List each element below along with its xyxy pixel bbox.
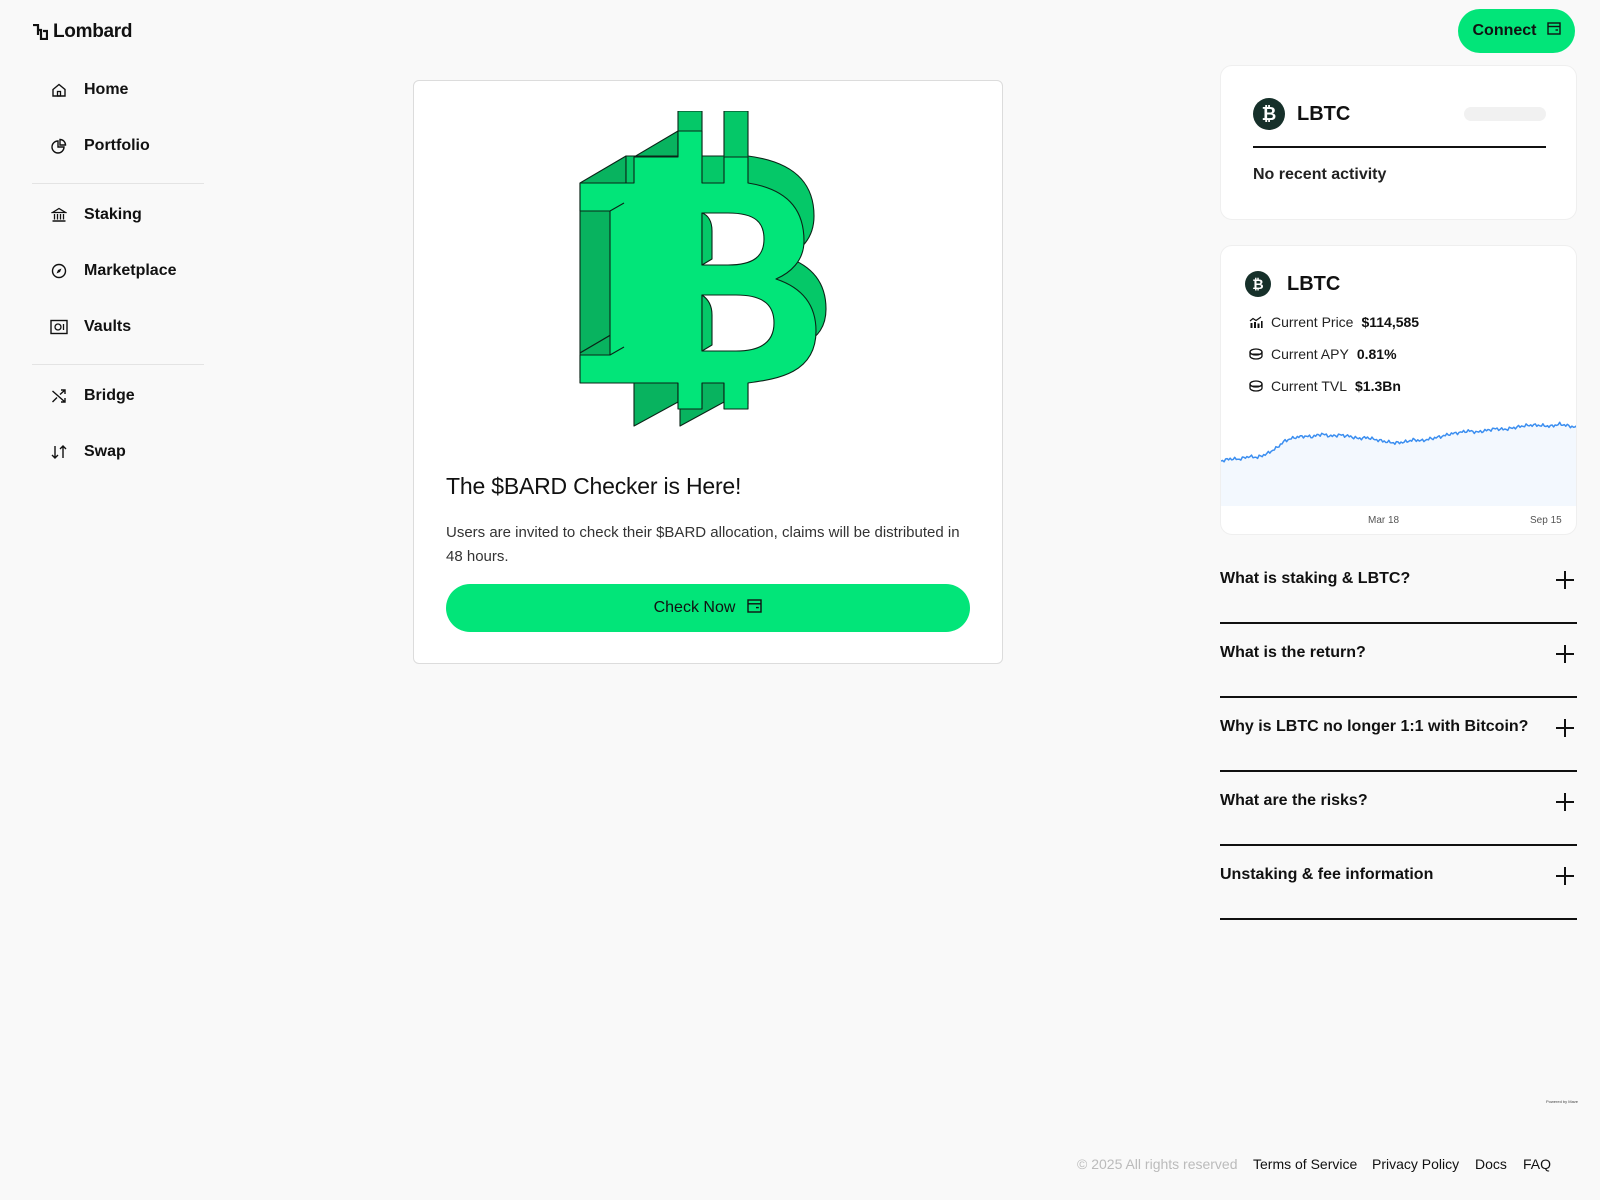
faq-item[interactable]: What is the return? — [1220, 624, 1577, 698]
footer-link-faq[interactable]: FAQ — [1523, 1156, 1551, 1172]
activity-token: LBTC — [1297, 102, 1351, 125]
connect-button[interactable]: Connect — [1458, 9, 1575, 53]
lbtc-stats-card: ₿ LBTC Current Price $114,585 Current AP… — [1220, 245, 1577, 535]
stats-token: LBTC — [1287, 272, 1341, 295]
coin-stack-icon — [1249, 379, 1263, 393]
stat-row-price: Current Price $114,585 — [1249, 314, 1419, 330]
promo-title: The $BARD Checker is Here! — [446, 473, 742, 499]
sidebar-item-label: Staking — [84, 206, 142, 223]
sidebar-item-marketplace[interactable]: Marketplace — [50, 262, 177, 280]
plus-icon[interactable] — [1555, 866, 1575, 886]
copyright-text: © 2025 All rights reserved — [1077, 1156, 1238, 1172]
logo[interactable]: Lombard — [32, 21, 132, 43]
svg-text:₿: ₿ — [1262, 104, 1277, 124]
sidebar-item-label: Marketplace — [84, 262, 177, 279]
stat-label: Current APY — [1271, 346, 1349, 362]
wallet-icon — [747, 598, 763, 618]
stat-value: $114,585 — [1361, 314, 1420, 330]
check-now-label: Check Now — [653, 599, 736, 616]
faq-item[interactable]: What is staking & LBTC? — [1220, 550, 1577, 624]
faq-item[interactable]: What are the risks? — [1220, 772, 1577, 846]
svg-text:₿: ₿ — [1252, 277, 1263, 292]
chart-area — [1221, 422, 1576, 506]
price-chart — [1221, 421, 1576, 506]
sidebar-item-staking[interactable]: Staking — [50, 206, 142, 224]
connect-label: Connect — [1472, 22, 1537, 39]
plus-icon[interactable] — [1555, 570, 1575, 590]
faq-question: What are the risks? — [1220, 792, 1368, 809]
footer-link-terms[interactable]: Terms of Service — [1253, 1156, 1357, 1172]
pie-chart-icon — [50, 137, 68, 155]
wallet-icon — [1546, 22, 1561, 40]
logo-text: Lombard — [53, 21, 133, 42]
faq-question: What is the return? — [1220, 644, 1366, 661]
footer-link-docs[interactable]: Docs — [1475, 1156, 1507, 1172]
bitcoin-icon: ₿ — [1245, 271, 1271, 297]
stat-value: 0.81% — [1356, 346, 1397, 362]
vault-icon — [50, 318, 68, 336]
stats-header: ₿ LBTC — [1245, 271, 1340, 297]
faq-question: Why is LBTC no longer 1:1 with Bitcoin? — [1220, 718, 1529, 735]
sidebar-item-home[interactable]: Home — [50, 81, 128, 99]
faq-question: What is staking & LBTC? — [1220, 570, 1411, 587]
plus-icon[interactable] — [1555, 644, 1575, 664]
bitcoin-icon: ₿ — [1253, 98, 1285, 130]
x-tick-label: Sep 15 — [1530, 515, 1562, 526]
faq-item[interactable]: Unstaking & fee information — [1220, 846, 1577, 920]
sidebar-item-label: Vaults — [84, 318, 132, 335]
stat-value: $1.3Bn — [1355, 378, 1401, 394]
chart-icon — [1249, 315, 1263, 329]
promo-description: Users are invited to check their $BARD a… — [446, 524, 960, 565]
plus-icon[interactable] — [1555, 718, 1575, 738]
activity-card: ₿ LBTC No recent activity — [1220, 65, 1577, 220]
compass-icon — [50, 262, 68, 280]
swap-arrows-icon — [50, 443, 68, 461]
loading-skeleton — [1464, 107, 1546, 121]
coin-stack-icon — [1249, 347, 1263, 361]
sidebar-item-label: Swap — [84, 443, 126, 460]
stat-row-tvl: Current TVL $1.3Bn — [1249, 378, 1401, 394]
sidebar-item-portfolio[interactable]: Portfolio — [50, 137, 150, 155]
activity-header: ₿ LBTC — [1253, 98, 1350, 130]
activity-divider — [1253, 146, 1546, 148]
sidebar-item-vaults[interactable]: Vaults — [50, 318, 131, 336]
stat-label: Current TVL — [1271, 378, 1347, 394]
powered-by-text: Powered by Mave — [1546, 1099, 1579, 1104]
sidebar-item-label: Bridge — [84, 387, 135, 404]
footer-link-privacy[interactable]: Privacy Policy — [1372, 1156, 1459, 1172]
faq-item[interactable]: Why is LBTC no longer 1:1 with Bitcoin? — [1220, 698, 1577, 772]
lombard-logo-icon — [32, 24, 48, 40]
sidebar-item-swap[interactable]: Swap — [50, 443, 126, 461]
home-icon — [50, 81, 68, 99]
sidebar-item-label: Portfolio — [84, 137, 150, 154]
bank-icon — [50, 206, 68, 224]
stat-label: Current Price — [1271, 314, 1354, 330]
sidebar-divider — [32, 364, 204, 365]
plus-icon[interactable] — [1555, 792, 1575, 812]
shuffle-icon — [50, 387, 68, 405]
activity-empty-text: No recent activity — [1253, 166, 1387, 183]
check-now-button[interactable]: Check Now — [446, 584, 970, 632]
sidebar-item-label: Home — [84, 81, 129, 98]
bard-promo-card: The $BARD Checker is Here! Users are inv… — [413, 80, 1003, 664]
faq-question: Unstaking & fee information — [1220, 866, 1434, 883]
stat-row-apy: Current APY 0.81% — [1249, 346, 1397, 362]
bitcoin-3d-icon — [578, 110, 838, 436]
x-tick-label: Mar 18 — [1368, 515, 1400, 526]
sidebar-divider — [32, 183, 204, 184]
sidebar-item-bridge[interactable]: Bridge — [50, 387, 135, 405]
